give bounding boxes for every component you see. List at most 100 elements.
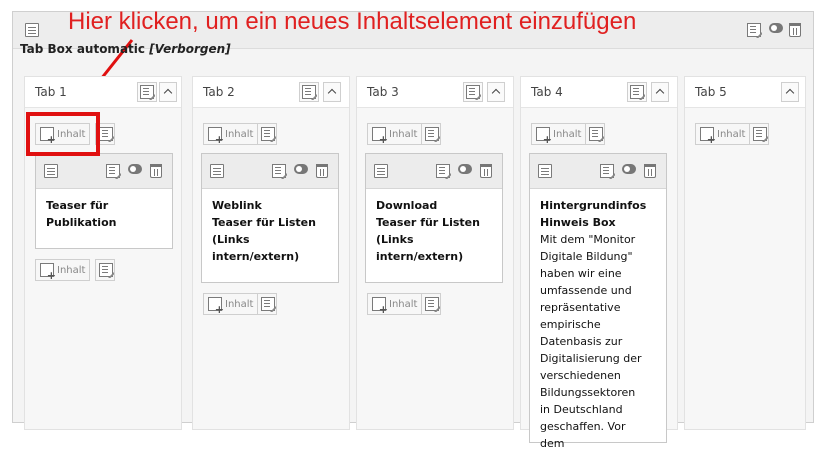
content-card[interactable]: Teaser für Publikation (35, 153, 173, 249)
content-card[interactable]: Download Teaser für Listen (Links intern… (365, 153, 503, 283)
tab-edit-button[interactable] (137, 82, 157, 102)
add-content-button[interactable]: Inhalt (531, 123, 587, 145)
delete-icon[interactable] (789, 23, 801, 37)
add-content-icon (40, 263, 56, 281)
chevron-up-icon (653, 85, 667, 99)
delete-icon[interactable] (644, 164, 656, 178)
content-element-icon (25, 23, 39, 37)
content-card[interactable]: Weblink Teaser für Listen (Links intern/… (201, 153, 339, 283)
paste-icon (261, 127, 275, 141)
chevron-up-icon (489, 85, 503, 99)
chevron-up-icon (161, 85, 175, 99)
add-content-button[interactable]: Inhalt (695, 123, 751, 145)
card-title-line: intern/extern) (376, 250, 464, 263)
element-title-text: Tab Box automatic (20, 42, 145, 56)
tab-column-4: Tab 4 Inhalt Hintergrundinfos Hinweis Bo… (520, 76, 678, 450)
tab-label: Tab 4 (531, 85, 563, 99)
tab-edit-button[interactable] (299, 82, 319, 102)
element-title: Tab Box automatic [Verborgen] (20, 42, 231, 56)
add-content-button[interactable]: Inhalt (35, 259, 91, 281)
card-title-line: Teaser für (46, 199, 109, 212)
add-content-button[interactable]: Inhalt (367, 293, 423, 315)
tab-edit-button[interactable] (627, 82, 647, 102)
edit-icon (302, 85, 316, 99)
card-title-line: Hinweis Box (540, 216, 616, 229)
edit-icon[interactable] (272, 164, 286, 178)
hidden-label: [Verborgen] (149, 42, 231, 56)
toggle-visibility-icon[interactable] (128, 164, 142, 174)
add-content-icon (700, 127, 716, 145)
card-title-line: Download (376, 199, 438, 212)
content-type-icon (538, 164, 552, 178)
paste-icon (589, 127, 603, 141)
paste-icon (99, 263, 113, 277)
card-body: Download Teaser für Listen (Links intern… (366, 189, 502, 273)
paste-button[interactable] (421, 123, 441, 145)
paste-button[interactable] (585, 123, 605, 145)
add-content-label: Inhalt (225, 298, 254, 310)
delete-icon[interactable] (480, 164, 492, 178)
edit-icon[interactable] (106, 164, 120, 178)
card-title-line: Hintergrundinfos (540, 199, 647, 212)
card-header (202, 154, 338, 189)
card-title-line: intern/extern) (212, 250, 300, 263)
add-content-label: Inhalt (553, 128, 582, 140)
tab-label: Tab 1 (35, 85, 67, 99)
toggle-visibility-icon[interactable] (769, 23, 783, 33)
tab-column-2: Tab 2 Inhalt Weblink Teaser für Listen (… (192, 76, 350, 430)
paste-button[interactable] (421, 293, 441, 315)
tab-collapse-button[interactable] (487, 82, 505, 102)
add-content-button[interactable]: Inhalt (367, 123, 423, 145)
tab-collapse-button[interactable] (781, 82, 799, 102)
chevron-up-icon (325, 85, 339, 99)
add-content-button[interactable]: Inhalt (203, 123, 259, 145)
add-content-button[interactable]: Inhalt (203, 293, 259, 315)
edit-icon[interactable] (747, 23, 761, 37)
paste-button[interactable] (257, 293, 277, 315)
content-card[interactable]: Hintergrundinfos Hinweis Box Mit dem "Mo… (529, 153, 667, 450)
tab-collapse-button[interactable] (159, 82, 177, 102)
card-header (366, 154, 502, 189)
card-title-line: Weblink (212, 199, 262, 212)
paste-button[interactable] (749, 123, 769, 145)
add-content-label: Inhalt (389, 128, 418, 140)
chevron-up-icon (783, 85, 797, 99)
paste-icon (99, 127, 113, 141)
card-body-text: Mit dem "Monitor Digitale Bildung" haben… (540, 233, 642, 450)
tab-header: Tab 2 (193, 77, 349, 108)
paste-button[interactable] (95, 259, 115, 281)
add-content-label: Inhalt (57, 264, 86, 276)
edit-icon (140, 85, 154, 99)
paste-icon (425, 297, 439, 311)
add-content-icon (208, 297, 224, 315)
card-title-line: Publikation (46, 216, 117, 229)
card-title-line: (Links (376, 233, 414, 246)
toggle-visibility-icon[interactable] (294, 164, 308, 174)
tab-label: Tab 5 (695, 85, 727, 99)
tab-collapse-button[interactable] (651, 82, 669, 102)
paste-icon (753, 127, 767, 141)
add-content-label: Inhalt (717, 128, 746, 140)
card-header (530, 154, 666, 189)
toggle-visibility-icon[interactable] (458, 164, 472, 174)
card-title-line: (Links (212, 233, 250, 246)
tab-header: Tab 3 (357, 77, 513, 108)
tab-label: Tab 2 (203, 85, 235, 99)
annotation-text: Hier klicken, um ein neues Inhaltselemen… (68, 8, 637, 35)
delete-icon[interactable] (316, 164, 328, 178)
annotation-highlight-box (26, 112, 100, 156)
delete-icon[interactable] (150, 164, 162, 178)
paste-button[interactable] (257, 123, 277, 145)
edit-icon[interactable] (436, 164, 450, 178)
card-body: Hintergrundinfos Hinweis Box Mit dem "Mo… (530, 189, 666, 460)
edit-icon[interactable] (600, 164, 614, 178)
add-content-icon (208, 127, 224, 145)
paste-icon (425, 127, 439, 141)
tab-collapse-button[interactable] (323, 82, 341, 102)
tab-edit-button[interactable] (463, 82, 483, 102)
toggle-visibility-icon[interactable] (622, 164, 636, 174)
content-type-icon (44, 164, 58, 178)
tab-label: Tab 3 (367, 85, 399, 99)
card-body: Weblink Teaser für Listen (Links intern/… (202, 189, 338, 273)
edit-icon (630, 85, 644, 99)
